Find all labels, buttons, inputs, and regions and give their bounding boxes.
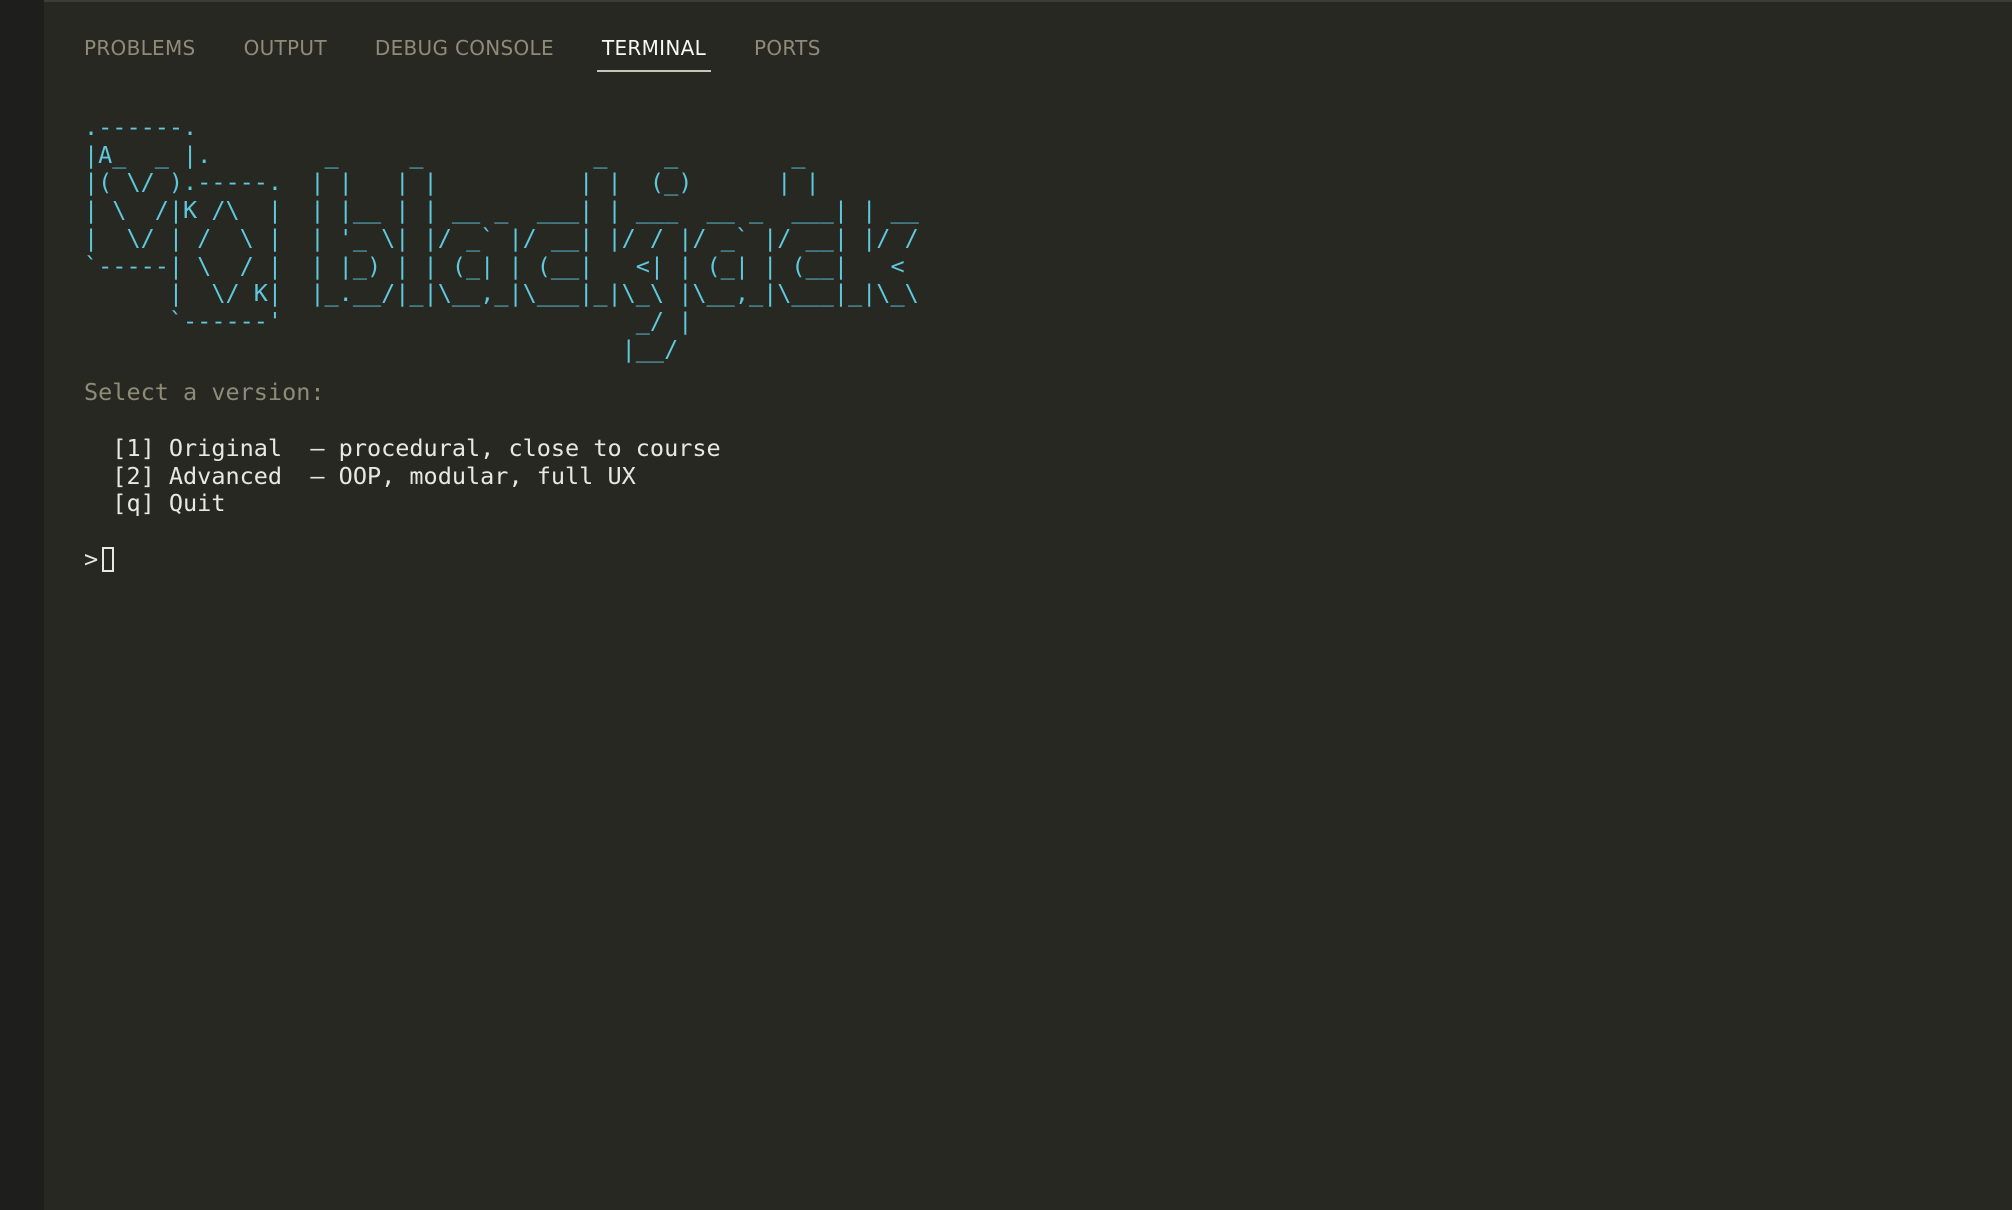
- blackjack-ascii-banner: .------. |A_ _ |. _ _ _ _ _ |( \/ ).----…: [84, 113, 919, 363]
- terminal-input-line[interactable]: >: [84, 545, 1984, 574]
- terminal-cursor: [102, 547, 115, 573]
- menu-option-quit: [q] Quit: [84, 489, 226, 518]
- menu-option-original: [1] Original — procedural, close to cour…: [84, 434, 721, 463]
- tab-debug-console[interactable]: DEBUG CONSOLE: [375, 32, 554, 72]
- tab-problems[interactable]: PROBLEMS: [84, 32, 196, 72]
- panel-tabbar: PROBLEMS OUTPUT DEBUG CONSOLE TERMINAL P…: [84, 32, 869, 72]
- select-version-prompt: Select a version:: [84, 378, 325, 407]
- activity-strip: [0, 0, 44, 1210]
- tab-output[interactable]: OUTPUT: [244, 32, 327, 72]
- tab-terminal[interactable]: TERMINAL: [596, 32, 712, 72]
- terminal-output[interactable]: .------. |A_ _ |. _ _ _ _ _ |( \/ ).----…: [84, 113, 1984, 574]
- version-menu: [1] Original — procedural, close to cour…: [84, 434, 1984, 518]
- menu-option-advanced: [2] Advanced — OOP, modular, full UX: [84, 461, 636, 490]
- bottom-panel: PROBLEMS OUTPUT DEBUG CONSOLE TERMINAL P…: [44, 0, 2012, 1210]
- input-prompt-symbol: >: [84, 545, 99, 574]
- tab-ports[interactable]: PORTS: [754, 32, 821, 72]
